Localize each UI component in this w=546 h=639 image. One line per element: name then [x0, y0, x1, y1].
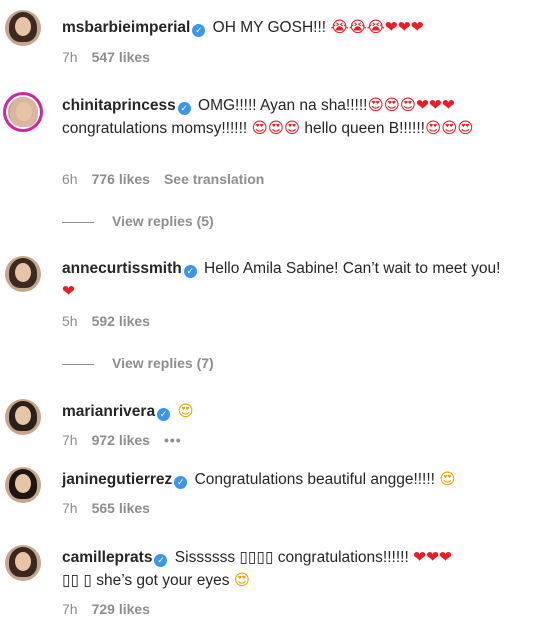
username[interactable]: janinegutierrez [62, 471, 172, 488]
comment-emoji-2: 😍😍😍 [251, 119, 301, 137]
verified-badge-icon: ✓ [177, 102, 191, 115]
avatar-face [15, 406, 31, 425]
username[interactable]: camilleprats [62, 549, 152, 566]
more-options-icon[interactable]: ••• [164, 432, 182, 448]
comment-emoji: 😍 [177, 402, 194, 420]
comment-text: Sissssss ▯▯▯▯ congratulations!!!!!! [174, 549, 409, 566]
comment-emoji: ❤ [62, 282, 75, 300]
comment-body: annecurtissmith ✓ Hello Amila Sabine! Can… [62, 258, 542, 303]
timestamp[interactable]: 7h [62, 500, 78, 516]
comment-meta: 7h 729 likes [62, 601, 164, 617]
comment-text: Hello Amila Sabine! Can’t wait to meet y… [204, 260, 501, 277]
avatar-face [16, 102, 32, 121]
verified-badge-icon: ✓ [192, 24, 206, 37]
timestamp[interactable]: 7h [62, 432, 78, 448]
comment-body: janinegutierrez ✓ Congratulations beautif… [62, 468, 542, 491]
likes-count[interactable]: 972 likes [92, 432, 150, 448]
comment-text: OH MY GOSH!!! [212, 19, 327, 36]
verified-badge-icon: ✓ [174, 476, 188, 489]
comment-emoji-3: 😍😍😍 [424, 119, 474, 137]
avatar[interactable] [5, 467, 41, 503]
username[interactable]: marianrivera [62, 403, 155, 420]
avatar[interactable] [5, 545, 41, 581]
comment-meta: 7h 547 likes [62, 49, 164, 65]
timestamp[interactable]: 7h [62, 49, 78, 65]
comment-text: Congratulations beautiful angge!!!!! [194, 471, 435, 488]
comment-meta: 5h 592 likes [62, 313, 164, 329]
likes-count[interactable]: 565 likes [92, 500, 150, 516]
avatar[interactable] [5, 399, 41, 435]
comment-text-3: hello queen B!!!!!! [304, 120, 425, 137]
see-translation-link[interactable]: See translation [164, 171, 264, 187]
view-replies-label: View replies (7) [112, 355, 214, 371]
comment-emoji: 😍😍😍❤❤❤ [367, 96, 455, 114]
view-replies-button[interactable]: View replies (7) [62, 355, 214, 371]
username[interactable]: chinitaprincess [62, 97, 176, 114]
comment-text-2: ▯▯ ▯ she’s got your eyes [62, 572, 230, 589]
avatar-face [15, 474, 31, 493]
avatar[interactable] [5, 256, 41, 292]
comment-emoji: 😭😭😭❤❤❤ [330, 18, 424, 36]
avatar-face [15, 552, 31, 571]
likes-count[interactable]: 592 likes [92, 313, 150, 329]
comment-meta: 6h 776 likes See translation [62, 171, 278, 187]
likes-count[interactable]: 547 likes [92, 49, 150, 65]
comment-text: OMG!!!!! Ayan na sha!!!!! [198, 97, 368, 114]
comment-emoji: ❤❤❤ [413, 548, 453, 566]
likes-count[interactable]: 776 likes [92, 171, 150, 187]
replies-divider [62, 363, 94, 365]
avatar-face [15, 17, 31, 36]
avatar[interactable] [3, 92, 43, 132]
username[interactable]: annecurtissmith [62, 260, 182, 277]
avatar[interactable] [5, 10, 41, 46]
comment-text-2: congratulations momsy!!!!!! [62, 120, 248, 137]
timestamp[interactable]: 6h [62, 171, 78, 187]
comment-body: msbarbieimperial ✓ OH MY GOSH!!! 😭😭😭❤❤❤ [62, 16, 542, 39]
replies-divider [62, 221, 94, 223]
view-replies-button[interactable]: View replies (5) [62, 213, 214, 229]
comment-body: chinitaprincess ✓ OMG!!!!! Ayan na sha!!!… [62, 94, 542, 140]
comment-meta: 7h 972 likes ••• [62, 432, 196, 448]
timestamp[interactable]: 5h [62, 313, 78, 329]
comment-meta: 7h 565 likes [62, 500, 164, 516]
avatar-face [15, 263, 31, 282]
comment-emoji: 😍 [439, 470, 456, 488]
verified-badge-icon: ✓ [154, 554, 168, 567]
verified-badge-icon: ✓ [157, 408, 171, 421]
comment-emoji-2: 😍 [233, 571, 250, 589]
username[interactable]: msbarbieimperial [62, 19, 190, 36]
view-replies-label: View replies (5) [112, 213, 214, 229]
timestamp[interactable]: 7h [62, 601, 78, 617]
likes-count[interactable]: 729 likes [92, 601, 150, 617]
verified-badge-icon: ✓ [183, 265, 197, 278]
comment-body: marianrivera ✓ 😍 [62, 400, 542, 423]
comment-body: camilleprats ✓ Sissssss ▯▯▯▯ congratulati… [62, 546, 542, 592]
